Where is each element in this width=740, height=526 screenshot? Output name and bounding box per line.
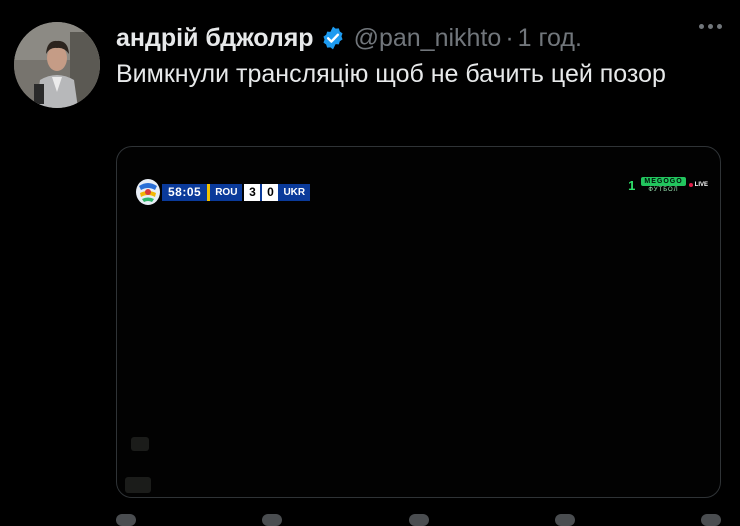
broadcaster-sub: ФУТБОЛ [648,187,679,193]
live-indicator: LIVE [688,182,708,188]
retweet-icon[interactable] [262,514,283,526]
euro-tournament-logo [136,179,160,205]
match-clock: 58:05 [162,183,208,201]
broadcaster-logo: MEGOGO ФУТБОЛ [641,177,686,193]
tweet-actions-bar [116,514,721,526]
header-separator: · [505,23,514,52]
away-score: 0 [262,183,279,201]
tweet-media-video[interactable]: 58:05 ROU 3 0 UKR 1 MEGOGO ФУТБОЛ LIVE [116,146,721,498]
live-dot-icon [688,183,693,187]
home-score: 3 [244,183,261,201]
like-icon[interactable] [408,514,429,526]
verified-badge-icon[interactable] [320,25,346,51]
more-options-icon[interactable] [699,24,722,29]
views-icon[interactable] [554,514,575,526]
broadcaster-watermark: 1 MEGOGO ФУТБОЛ LIVE [628,177,708,193]
reply-icon[interactable] [116,514,136,526]
dim-video-detail [131,437,149,451]
tweet-timestamp[interactable]: 1 год. [518,24,582,53]
share-icon[interactable] [701,514,721,526]
live-label: LIVE [694,182,708,188]
tweet-header: андрій бджоляр @pan_nikhto · 1 год. [116,22,582,54]
away-team: UKR [278,183,311,201]
author-handle[interactable]: @pan_nikhto [354,24,502,53]
author-name[interactable]: андрій бджоляр [116,24,314,53]
author-avatar[interactable] [14,22,100,108]
home-team: ROU [210,183,243,201]
avatar-image [14,22,100,108]
tweet-text: Вимкнули трансляцію щоб не бачить цей по… [116,60,666,88]
channel-number: 1 [628,177,636,193]
dim-video-detail [125,477,151,493]
broadcaster-brand: MEGOGO [641,177,686,186]
scorebug: 58:05 ROU 3 0 UKR [135,178,311,206]
